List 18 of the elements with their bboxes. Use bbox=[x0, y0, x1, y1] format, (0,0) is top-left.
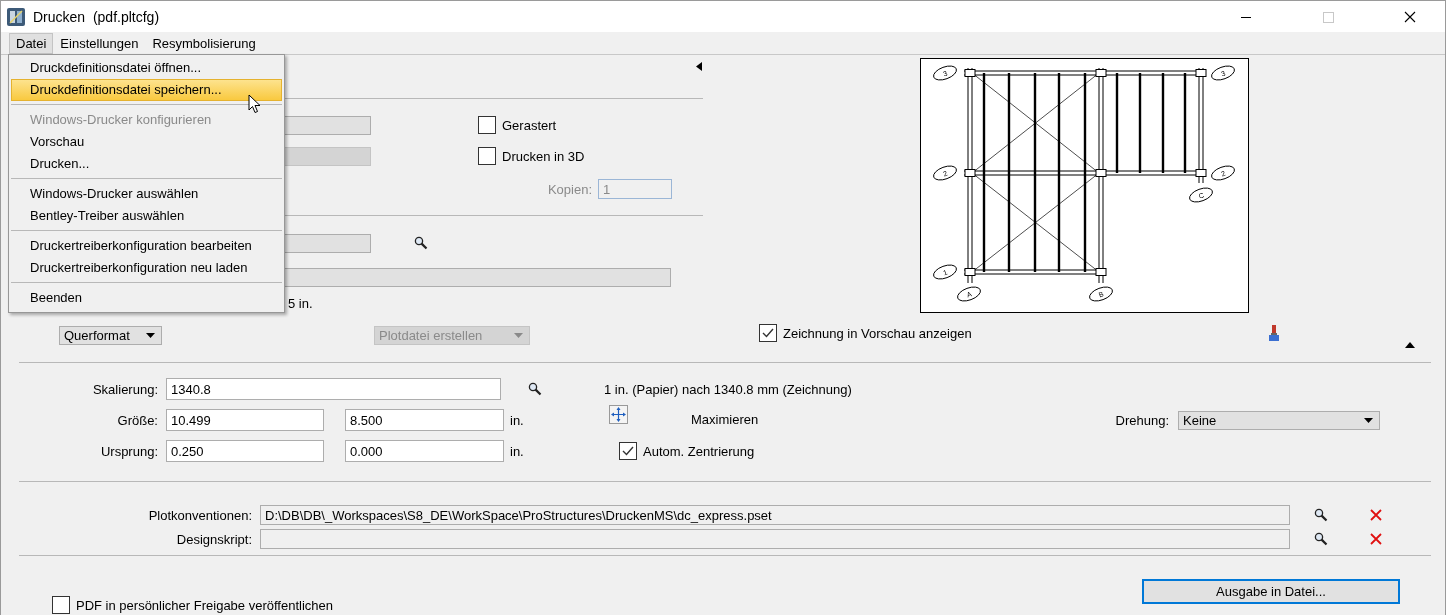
field-label: Ursprung: bbox=[99, 443, 158, 459]
maximize-label: Maximieren bbox=[691, 411, 759, 427]
window-title: Drucken (pdf.pltcfg) bbox=[33, 8, 160, 25]
checkbox-label: Gerastert bbox=[502, 117, 557, 133]
checkbox-label: PDF in persönlicher Freigabe veröffentlichen bbox=[76, 597, 333, 613]
field-label: Skalierung: bbox=[91, 381, 158, 397]
checkbox-label: Drucken in 3D bbox=[502, 148, 585, 164]
paper-size-text: 5 in. bbox=[288, 296, 313, 311]
field-label: Plotkonventionen: bbox=[147, 507, 252, 523]
unit-label: in. bbox=[510, 443, 525, 459]
checkbox-label: Autom. Zentrierung bbox=[643, 443, 755, 459]
field-label: Größe: bbox=[116, 412, 158, 428]
field-label: Designskript: bbox=[175, 531, 252, 547]
checkbox-label: Zeichnung in Vorschau anzeigen bbox=[783, 325, 972, 341]
copies-label: Kopien: bbox=[547, 181, 592, 197]
unit-label: in. bbox=[510, 412, 525, 428]
scale-info-text: 1 in. (Papier) nach 1340.8 mm (Zeichnung) bbox=[604, 381, 852, 397]
field-label: Drehung: bbox=[1115, 412, 1169, 428]
